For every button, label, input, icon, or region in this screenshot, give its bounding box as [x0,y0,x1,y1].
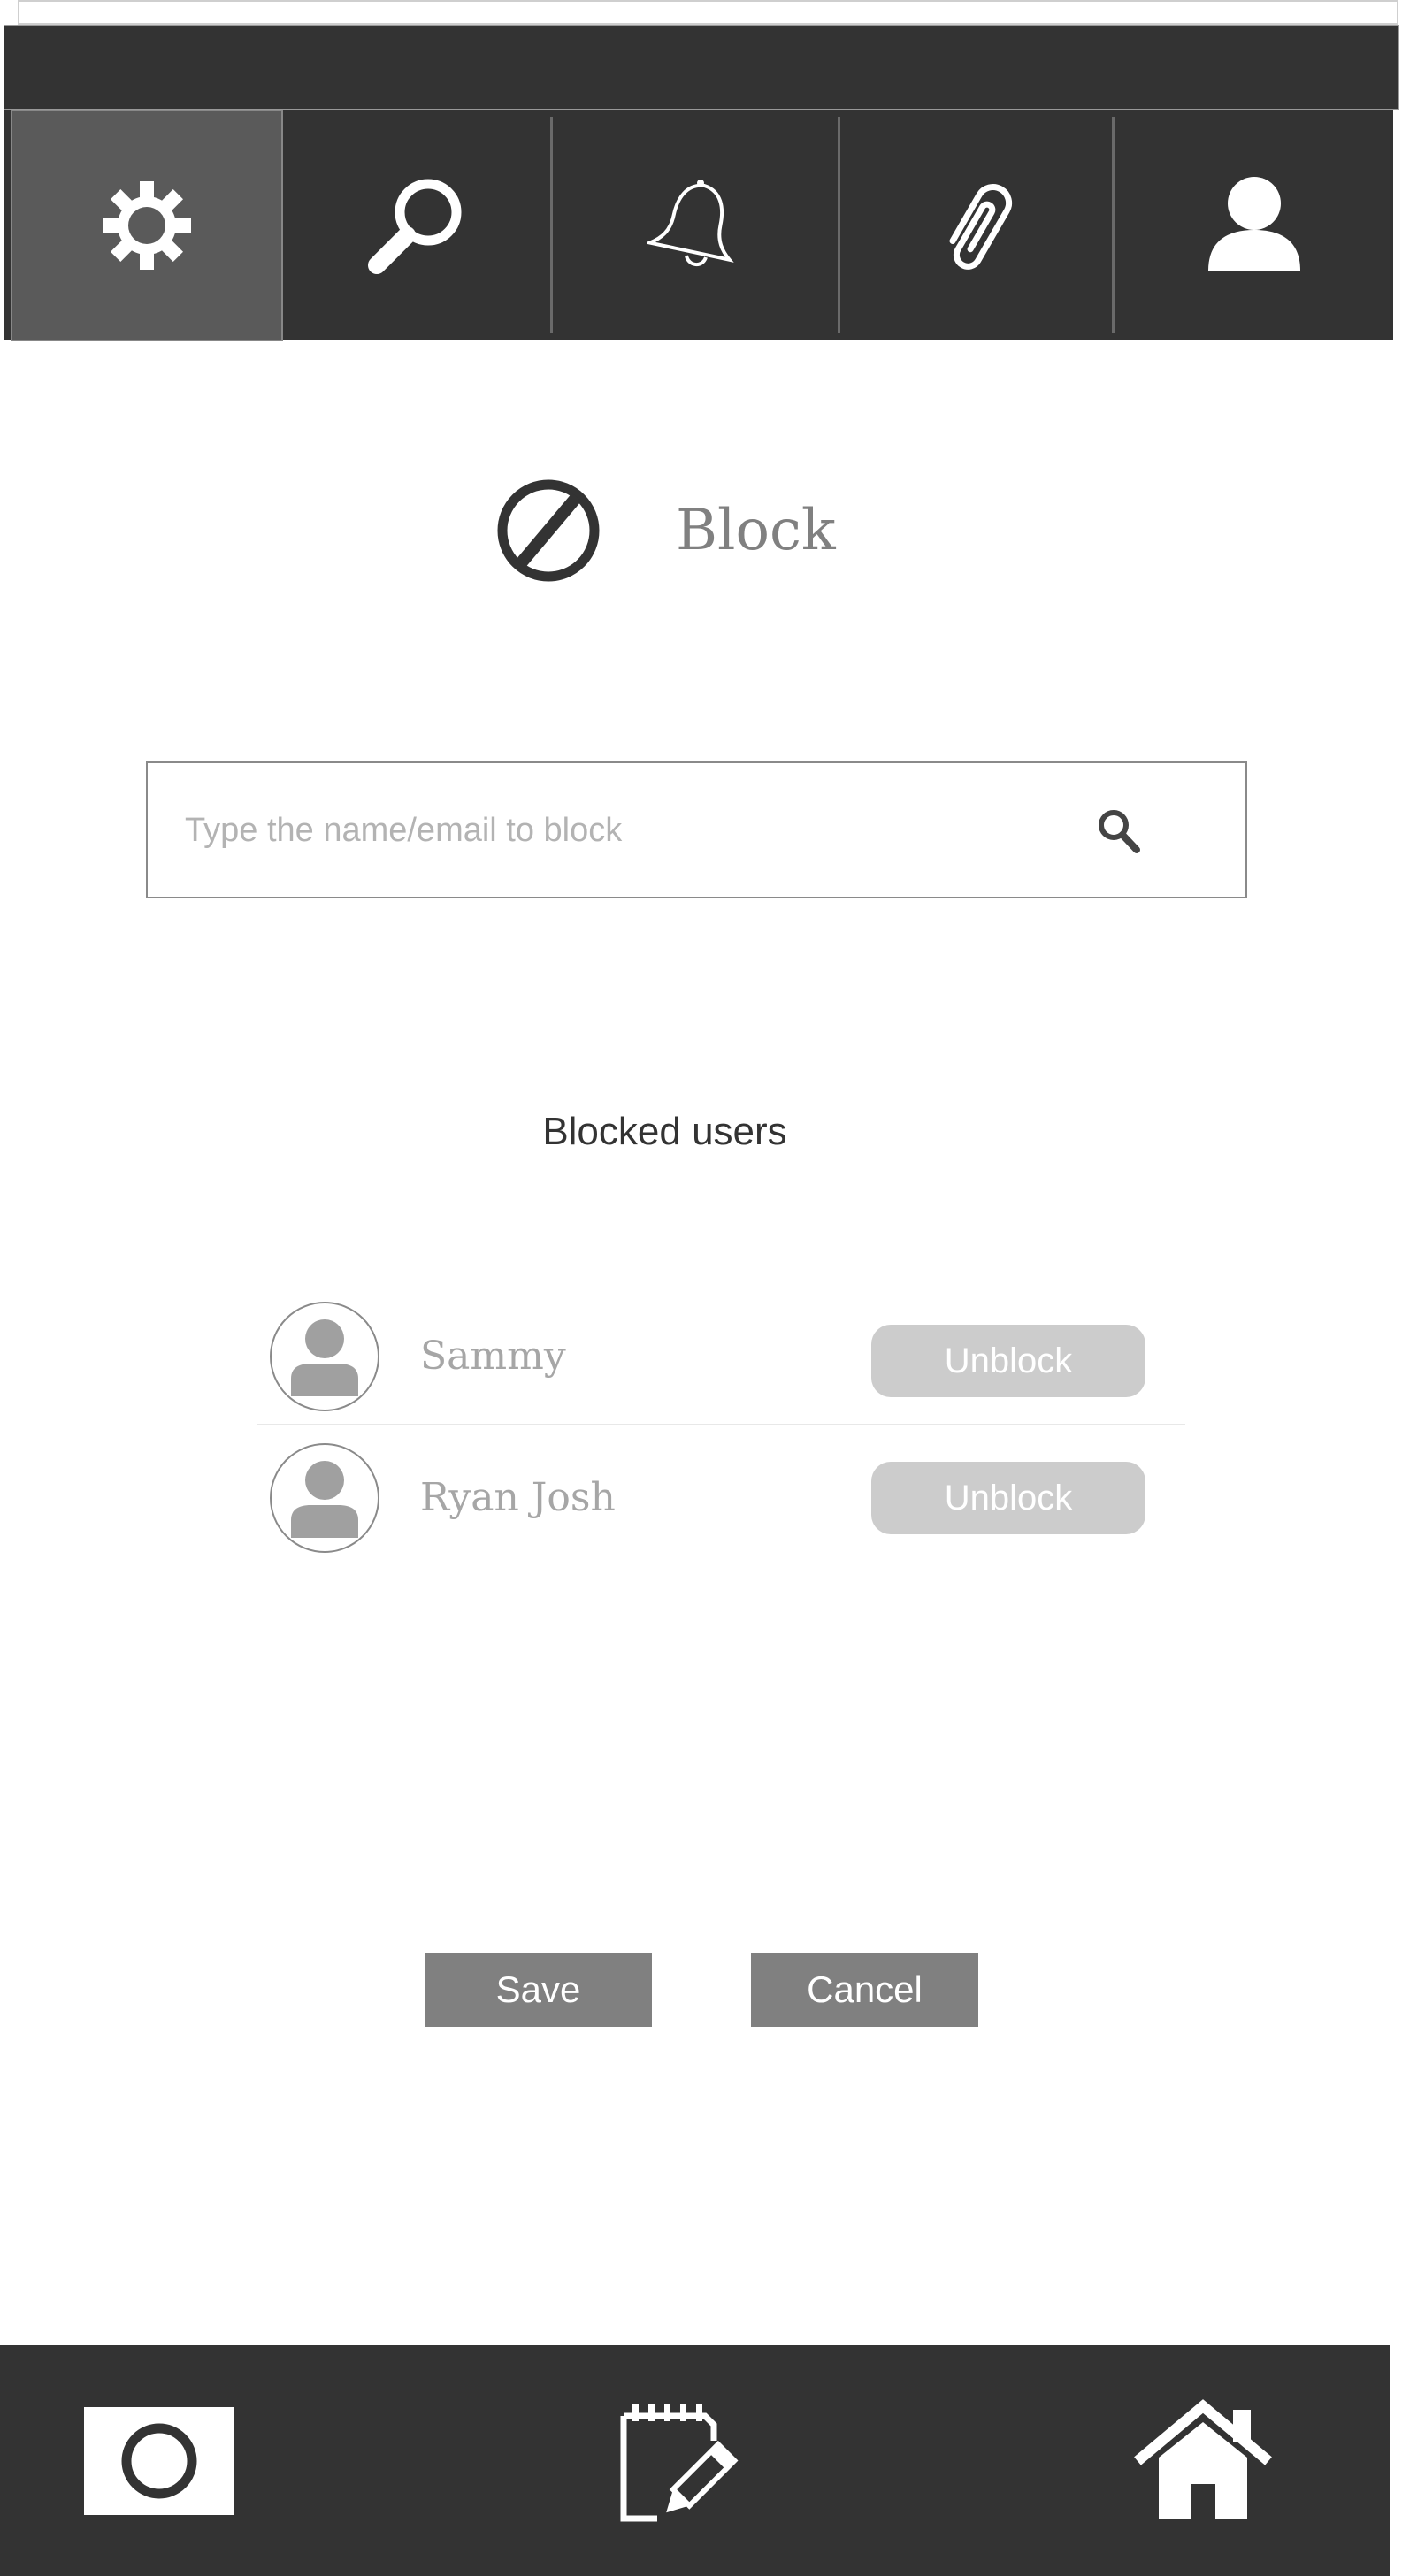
top-outline [18,0,1398,25]
tab-bar [4,110,1393,341]
user-icon [1207,177,1300,271]
bottom-nav [0,2345,1390,2576]
camera-icon [84,2406,234,2515]
unblock-button[interactable]: Unblock [871,1325,1145,1397]
search-input[interactable] [183,790,1071,871]
user-name: Sammy [420,1334,566,1379]
unblock-button[interactable]: Unblock [871,1462,1145,1534]
magnifier-icon [368,179,462,274]
save-button[interactable]: Save [425,1953,652,2027]
user-avatar-icon [291,1319,358,1396]
tab-settings[interactable] [11,110,283,341]
page-title: Block [676,498,836,563]
bottom-nav-home[interactable] [1097,2345,1309,2576]
user-avatar-icon [291,1461,358,1538]
list-item: Ryan Josh Unblock [257,1433,1185,1565]
tab-attachments[interactable] [840,110,1115,340]
search-icon [1099,810,1140,853]
bottom-nav-camera[interactable] [53,2345,265,2576]
user-name: Ryan Josh [420,1475,616,1520]
search-button[interactable] [1092,806,1145,859]
list-item: Sammy Unblock [257,1291,1185,1425]
page-header: Block [495,478,836,584]
avatar [270,1443,379,1553]
cancel-button[interactable]: Cancel [751,1953,978,2027]
avatar [270,1302,379,1411]
home-icon [1134,2398,1272,2519]
block-icon [497,479,600,582]
gear-icon [103,181,191,270]
blocked-users-title: Blocked users [542,1110,787,1153]
bell-icon [647,180,734,266]
bottom-nav-notes[interactable] [566,2345,778,2576]
title-bar [4,25,1399,110]
tab-search[interactable] [283,110,552,340]
search-box[interactable] [146,761,1247,898]
notepad-edit-icon [620,2403,739,2521]
tab-notifications[interactable] [553,110,839,340]
paperclip-icon [949,184,1013,270]
tab-profile[interactable] [1115,110,1393,340]
